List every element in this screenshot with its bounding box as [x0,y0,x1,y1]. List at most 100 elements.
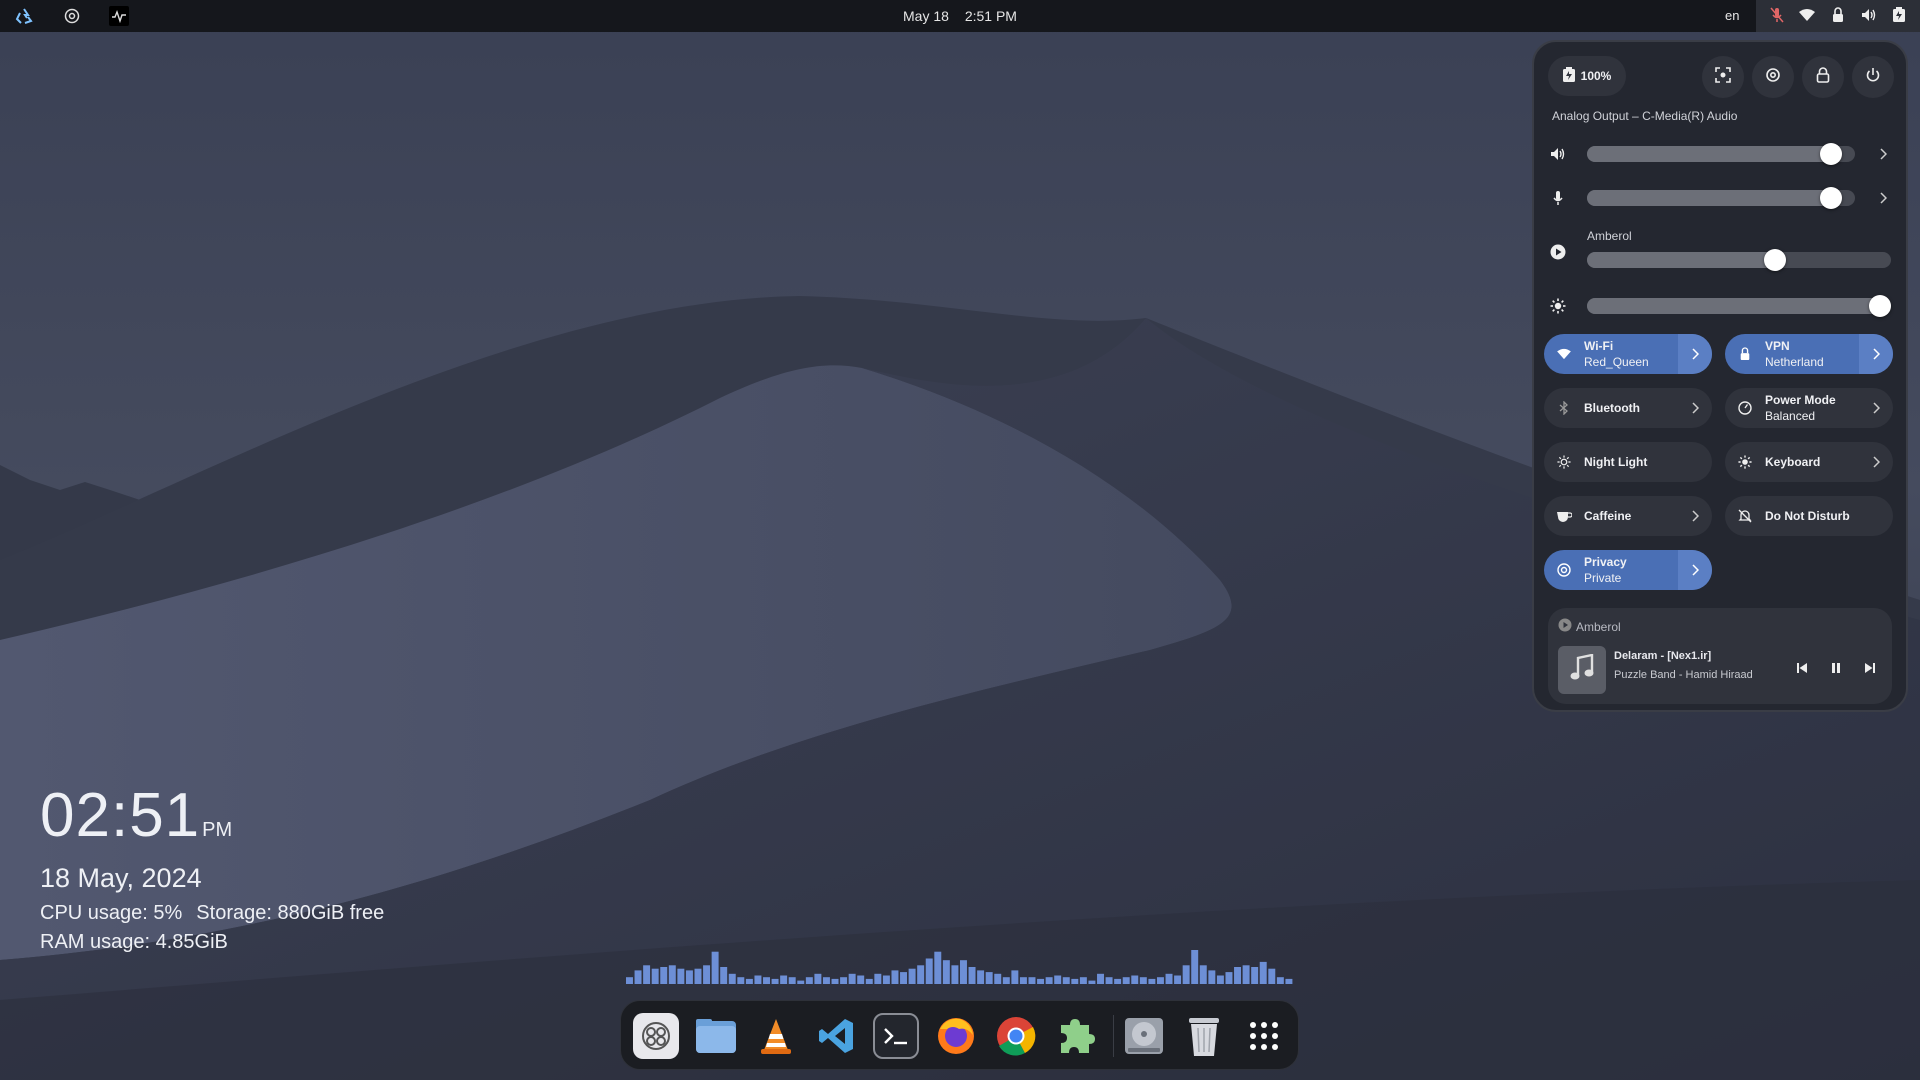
power-mode-value: Balanced [1765,409,1816,423]
privacy-toggle[interactable]: Privacy Private [1544,550,1712,590]
desktop-clock-widget: 02:51 PM 18 May, 2024 CPU usage: 5% Storag… [40,785,384,954]
disc-icon[interactable] [62,6,82,26]
privacy-menu-arrow[interactable] [1678,550,1712,590]
dnd-title: Do Not Disturb [1765,509,1850,523]
lock-button[interactable] [1802,56,1844,98]
vscode-icon[interactable] [813,1013,859,1059]
power-mode-toggle[interactable]: Power Mode Balanced [1725,388,1893,428]
wifi-toggle[interactable]: Wi-Fi Red_Queen [1544,334,1712,374]
vpn-title: VPN [1765,339,1790,353]
visualizer-bar [685,970,693,984]
vpn-menu-arrow[interactable] [1859,334,1893,374]
caffeine-menu-arrow[interactable] [1678,496,1712,536]
volume-slider-knob[interactable] [1819,143,1842,165]
visualizer-bar [1088,980,1096,984]
previous-track-button[interactable] [1792,660,1812,680]
app-grid-icon[interactable] [1241,1013,1287,1059]
widget-ampm: PM [202,819,233,841]
visualizer-bar [660,967,668,984]
widget-cpu: CPU usage: 5% [40,902,183,924]
screenshot-icon [1715,66,1731,88]
topbar-time[interactable]: 2:51 PM [965,8,1017,24]
night-light-toggle[interactable]: Night Light [1544,442,1712,482]
bluetooth-toggle[interactable]: Bluetooth [1544,388,1712,428]
audio-output-device[interactable]: Analog Output – C-Media(R) Audio [1552,109,1737,123]
power-mode-menu-arrow[interactable] [1859,388,1893,428]
topbar-date[interactable]: May 18 [903,8,949,24]
files-icon[interactable] [693,1013,739,1059]
pause-button[interactable] [1826,660,1846,680]
chrome-icon[interactable] [993,1013,1039,1059]
battery-button[interactable]: 100% [1548,56,1626,96]
app-stream-slider-knob[interactable] [1764,249,1787,271]
visualizer-bar [1019,977,1027,984]
visualizer-bar [1105,977,1113,984]
power-button[interactable] [1852,56,1894,98]
media-player-card[interactable]: Amberol Delaram - [Nex1.ir] Puzzle Band … [1548,608,1892,704]
visualizer-bar [1139,977,1147,984]
privacy-title: Privacy [1584,555,1627,569]
widget-time: 02:51 [40,781,201,850]
extensions-icon[interactable] [1053,1013,1099,1059]
volume-icon[interactable] [1548,144,1568,164]
visualizer-bar [1002,977,1010,984]
dock-separator [1113,1015,1114,1057]
quick-settings-panel: 100% Analog Output – C-Media(R) Audio Am… [1532,40,1908,712]
visualizer-bar [754,975,762,984]
firefox-icon[interactable] [933,1013,979,1059]
caffeine-toggle[interactable]: Caffeine [1544,496,1712,536]
screenshot-button[interactable] [1702,56,1744,98]
volume-slider[interactable] [1587,143,1855,165]
wifi-network: Red_Queen [1584,355,1649,369]
visualizer-bar [917,965,925,984]
visualizer-bar [1148,978,1156,984]
keyboard-language-indicator[interactable]: en [1725,8,1739,23]
keyboard-title: Keyboard [1765,455,1821,469]
microphone-icon[interactable] [1548,188,1568,208]
keyboard-brightness-icon [1737,454,1753,470]
visualizer-bar [651,968,659,984]
keyboard-menu-arrow[interactable] [1859,442,1893,482]
terminal-icon[interactable] [873,1013,919,1059]
microphone-slider-knob[interactable] [1819,187,1842,209]
next-track-button[interactable] [1860,660,1880,680]
system-app-icon[interactable] [633,1013,679,1059]
brightness-slider[interactable] [1587,295,1891,317]
visualizer-bar [694,968,702,984]
visualizer-bar [848,973,856,984]
recycle-logo-icon[interactable] [14,6,34,26]
bluetooth-menu-arrow[interactable] [1678,388,1712,428]
settings-button[interactable] [1752,56,1794,98]
clock: May 18 2:51 PM [0,8,1920,24]
visualizer-bar [1208,970,1216,984]
privacy-value: Private [1584,571,1622,585]
vlc-icon[interactable] [753,1013,799,1059]
brightness-slider-knob[interactable] [1869,295,1891,317]
visualizer-bar [1174,975,1182,984]
visualizer-bar [745,978,753,984]
volume-menu-arrow[interactable] [1876,147,1890,161]
microphone-menu-arrow[interactable] [1876,191,1890,205]
microphone-slider[interactable] [1587,187,1855,209]
visualizer-bar [1165,973,1173,984]
system-status-area[interactable] [1756,0,1920,32]
app-stream-label: Amberol [1587,229,1632,243]
keyboard-toggle[interactable]: Keyboard [1725,442,1893,482]
gear-icon [1765,67,1781,88]
visualizer-bar [1037,978,1045,984]
lock-icon [1816,66,1830,88]
audio-visualizer [626,950,1293,984]
vpn-toggle[interactable]: VPN Netherland [1725,334,1893,374]
night-light-title: Night Light [1584,455,1648,469]
pause-icon [1831,661,1841,679]
do-not-disturb-toggle[interactable]: Do Not Disturb [1725,496,1893,536]
top-bar: May 18 2:51 PM en [0,0,1920,32]
disk-icon[interactable] [1121,1013,1167,1059]
visualizer-bar [822,977,830,984]
app-stream-slider[interactable] [1587,249,1891,271]
activity-monitor-icon[interactable] [109,6,129,26]
visualizer-bar [951,965,959,984]
music-note-icon [1569,653,1595,687]
wifi-menu-arrow[interactable] [1678,334,1712,374]
trash-icon[interactable] [1181,1013,1227,1059]
